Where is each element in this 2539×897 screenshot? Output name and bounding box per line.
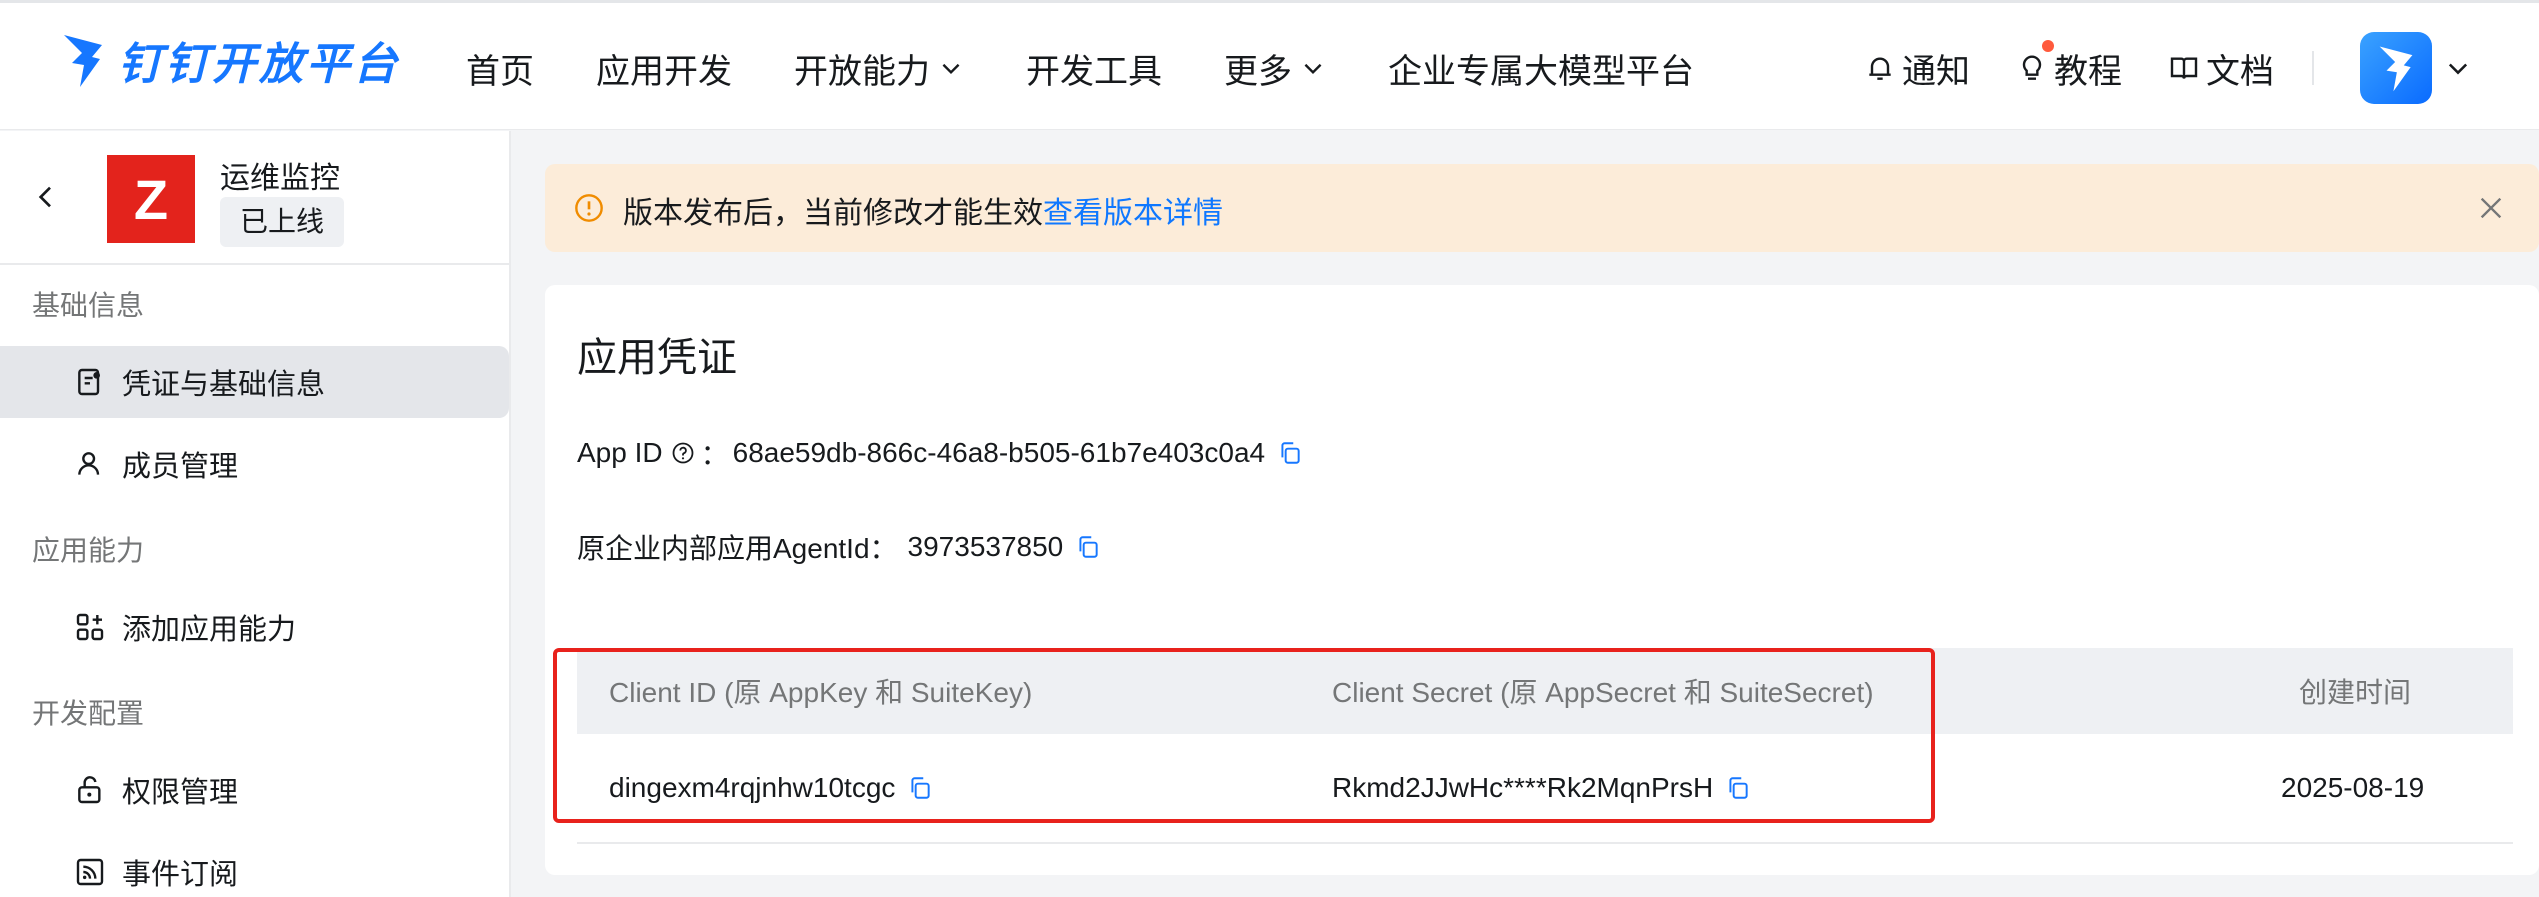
agent-id-label: 原企业内部应用AgentId： bbox=[577, 533, 898, 564]
client-id-value: dingexm4rqjnhw10tcgc bbox=[609, 772, 896, 803]
sidebar-item-label: 事件订阅 bbox=[122, 859, 239, 891]
back-arrow-icon[interactable] bbox=[30, 181, 62, 213]
main-nav: 首页 应用开发 开放能力 开发工具 更多 企业专属大模型平台 bbox=[466, 40, 1756, 96]
sidebar-group-basic: 基础信息 bbox=[32, 290, 145, 321]
sidebar-item-label: 添加应用能力 bbox=[122, 614, 297, 646]
credentials-card: 应用凭证 App ID ： 68ae59db-866c-46a8-b505-61… bbox=[545, 285, 2539, 875]
copy-icon[interactable] bbox=[1075, 534, 1101, 560]
user-icon bbox=[78, 452, 100, 475]
sidebar-group-dev-config: 开发配置 bbox=[32, 698, 145, 729]
view-version-details-link[interactable]: 查看版本详情 bbox=[1043, 197, 1223, 230]
close-icon[interactable] bbox=[2475, 192, 2507, 224]
header-divider bbox=[2312, 51, 2314, 85]
column-header-created: 创建时间 bbox=[2299, 677, 2412, 708]
copy-icon[interactable] bbox=[907, 775, 933, 801]
app-id-row: App ID ： 68ae59db-866c-46a8-b505-61b7e40… bbox=[577, 433, 1303, 473]
sidebar-item-credentials[interactable]: 凭证与基础信息 bbox=[0, 346, 509, 418]
tutorial-button[interactable]: 教程 bbox=[2016, 39, 2122, 93]
nav-dev-tools-label: 开发工具 bbox=[1026, 52, 1162, 91]
banner-text: 版本发布后，当前修改才能生效 bbox=[623, 197, 1043, 230]
help-icon[interactable] bbox=[671, 441, 695, 465]
dingtalk-logo-icon bbox=[64, 35, 102, 87]
nav-enterprise-llm[interactable]: 企业专属大模型平台 bbox=[1388, 40, 1694, 96]
nav-open-capability-label: 开放能力 bbox=[794, 52, 930, 91]
app-id-value: 68ae59db-866c-46a8-b505-61b7e403c0a4 bbox=[732, 437, 1266, 468]
lightbulb-icon bbox=[2022, 55, 2042, 80]
sidebar-group-capability: 应用能力 bbox=[32, 535, 145, 566]
brand-logo[interactable]: 钉钉开放平台 bbox=[62, 28, 400, 92]
chevron-down-icon bbox=[1304, 63, 1322, 75]
copy-icon[interactable] bbox=[1277, 440, 1303, 466]
nav-home-label: 首页 bbox=[466, 52, 534, 91]
warning-icon bbox=[575, 194, 603, 222]
new-badge-dot bbox=[2042, 39, 2054, 52]
dingtalk-avatar-icon bbox=[2379, 46, 2413, 92]
tutorial-label: 教程 bbox=[2054, 52, 2122, 91]
notification-button[interactable]: 通知 bbox=[1864, 44, 1970, 93]
book-icon bbox=[2170, 57, 2198, 79]
nav-more-label: 更多 bbox=[1224, 52, 1292, 91]
nav-enterprise-llm-label: 企业专属大模型平台 bbox=[1388, 52, 1694, 91]
nav-app-dev[interactable]: 应用开发 bbox=[596, 40, 732, 96]
chevron-down-icon bbox=[942, 63, 960, 75]
sidebar: Z 运维监控 已上线 基础信息 凭证与基础信息 成员管理 应用能力 添加应用能力… bbox=[0, 131, 511, 897]
copy-icon[interactable] bbox=[1725, 775, 1751, 801]
table-row: dingexm4rqjnhw10tcgc Rkmd2JJwHc****Rk2Mq… bbox=[577, 734, 2513, 844]
app-id-label: App ID bbox=[577, 437, 663, 468]
sidebar-item-add-capability[interactable]: 添加应用能力 bbox=[0, 591, 509, 663]
chevron-down-icon[interactable] bbox=[2444, 54, 2472, 82]
client-id-cell: dingexm4rqjnhw10tcgc bbox=[609, 734, 933, 842]
sidebar-item-label: 成员管理 bbox=[122, 451, 239, 483]
app-header: Z 运维监控 已上线 bbox=[0, 131, 509, 265]
sidebar-item-event-subscription[interactable]: 事件订阅 bbox=[0, 836, 509, 897]
agent-id-row: 原企业内部应用AgentId： 3973537850 bbox=[577, 527, 1101, 567]
nav-open-capability[interactable]: 开放能力 bbox=[794, 40, 964, 96]
credentials-table: Client ID (原 AppKey 和 SuiteKey) Client S… bbox=[577, 648, 2513, 844]
brand-name: 钉钉开放平台 bbox=[118, 40, 400, 89]
sidebar-item-label: 凭证与基础信息 bbox=[122, 369, 326, 401]
app-status-badge: 已上线 bbox=[220, 197, 345, 247]
docs-label: 文档 bbox=[2206, 52, 2274, 91]
card-title: 应用凭证 bbox=[577, 336, 737, 380]
publish-notice-banner: 版本发布后，当前修改才能生效查看版本详情 bbox=[545, 164, 2539, 252]
created-date-cell: 2025-08-19 bbox=[2281, 772, 2425, 803]
bell-icon bbox=[1869, 57, 1891, 80]
nav-dev-tools[interactable]: 开发工具 bbox=[1026, 40, 1162, 96]
column-header-client-secret: Client Secret (原 AppSecret 和 SuiteSecret… bbox=[1332, 677, 1874, 708]
add-capability-icon bbox=[76, 613, 104, 641]
sidebar-item-members[interactable]: 成员管理 bbox=[0, 428, 509, 500]
nav-app-dev-label: 应用开发 bbox=[596, 52, 732, 91]
app-name: 运维监控 bbox=[220, 162, 340, 195]
nav-more[interactable]: 更多 bbox=[1224, 40, 1326, 96]
docs-button[interactable]: 文档 bbox=[2168, 44, 2274, 93]
sidebar-item-label: 权限管理 bbox=[122, 777, 239, 809]
column-header-client-id: Client ID (原 AppKey 和 SuiteKey) bbox=[609, 677, 1033, 708]
client-secret-cell: Rkmd2JJwHc****Rk2MqnPrsH bbox=[1332, 734, 1751, 842]
top-divider bbox=[0, 0, 2539, 3]
table-header: Client ID (原 AppKey 和 SuiteKey) Client S… bbox=[577, 648, 2513, 734]
app-logo: Z bbox=[107, 155, 195, 243]
header-tools: 通知 教程 文档 bbox=[1864, 32, 2472, 104]
subscribe-icon bbox=[76, 858, 104, 886]
sidebar-item-permissions[interactable]: 权限管理 bbox=[0, 754, 509, 826]
app-id-separator: ： bbox=[700, 439, 729, 470]
banner-message: 版本发布后，当前修改才能生效查看版本详情 bbox=[623, 188, 1223, 232]
top-navigation-bar: 钉钉开放平台 首页 应用开发 开放能力 开发工具 更多 企业专属大模型平台 通知… bbox=[0, 0, 2539, 130]
client-secret-value: Rkmd2JJwHc****Rk2MqnPrsH bbox=[1332, 772, 1714, 803]
lock-icon bbox=[78, 776, 101, 804]
nav-home[interactable]: 首页 bbox=[466, 40, 534, 96]
credential-icon bbox=[78, 368, 100, 396]
user-avatar[interactable] bbox=[2360, 32, 2432, 104]
agent-id-value: 3973537850 bbox=[907, 531, 1064, 562]
notification-label: 通知 bbox=[1902, 52, 1970, 91]
